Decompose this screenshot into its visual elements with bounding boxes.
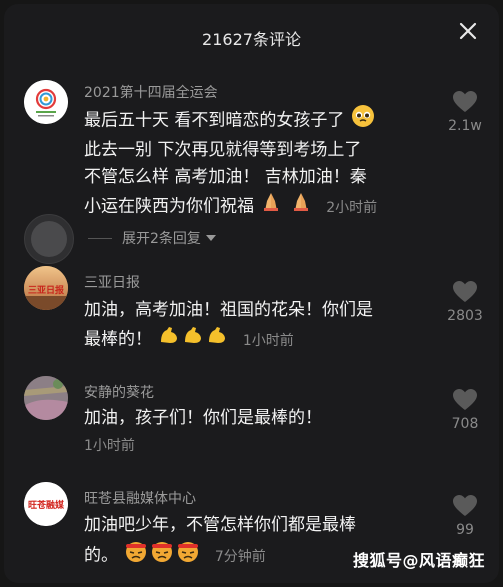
flexed-biceps-emoji-icon xyxy=(158,324,180,355)
angry-face-emoji-icon xyxy=(150,539,174,572)
comment-line: 加油，孩子们！你们是最棒的！ xyxy=(84,408,322,428)
avatar[interactable] xyxy=(24,80,68,124)
expand-replies-button[interactable]: 展开2条回复 xyxy=(88,228,217,248)
comment-author[interactable]: 三亚日报 xyxy=(84,272,140,292)
comments-panel: 21627条评论 2021第十四届全运会 最后五十天 看不到暗恋的女孩子了 此去… xyxy=(4,4,499,583)
comment-line: 的。 xyxy=(84,545,118,566)
angry-face-emoji-icon xyxy=(124,539,148,572)
like-button[interactable]: 708 xyxy=(439,388,491,432)
comment-author[interactable]: 安静的葵花 xyxy=(84,382,154,402)
flexed-biceps-emoji-icon xyxy=(182,324,204,355)
comment-line: 加油吧少年，不管怎样你们都是最棒 xyxy=(84,515,356,535)
comment-text: 最后五十天 看不到暗恋的女孩子了 此去一别 下次再见就得等到考场上了 不管怎么样… xyxy=(84,104,442,222)
avatar-placeholder xyxy=(24,214,74,264)
avatar[interactable]: 三亚日报 xyxy=(24,266,68,310)
heart-icon xyxy=(453,91,477,112)
divider xyxy=(88,237,112,239)
comment-line: 不管怎么样 高考加油！ 吉林加油！秦 xyxy=(84,167,367,187)
like-button[interactable]: 99 xyxy=(439,494,491,538)
heart-icon xyxy=(453,495,477,516)
heart-icon xyxy=(453,389,477,410)
comments-count-title: 21627条评论 xyxy=(202,30,301,49)
like-button[interactable]: 2803 xyxy=(439,280,491,324)
like-count: 2.1w xyxy=(448,118,482,134)
avatar[interactable]: 旺苍融媒 xyxy=(24,482,68,526)
comment-author[interactable]: 旺苍县融媒体中心 xyxy=(84,488,196,508)
watermark: 搜狐号@风语癫狂 xyxy=(352,551,485,570)
comment-time: 1小时前 xyxy=(242,332,294,349)
praying-hands-emoji-icon xyxy=(260,191,282,222)
avatar-logo-text: 三亚日报 xyxy=(28,284,64,296)
expand-replies-label: 展开2条回复 xyxy=(122,231,201,247)
comment-text: 加油，孩子们！你们是最棒的！ 1小时前 xyxy=(84,405,442,460)
comment-line: 此去一别 下次再见就得等到考场上了 xyxy=(84,140,362,160)
comment-line: 最棒的！ xyxy=(84,329,152,350)
comment-time: 7分钟前 xyxy=(214,548,266,565)
like-count: 2803 xyxy=(447,308,483,324)
close-icon[interactable] xyxy=(457,22,479,44)
heart-icon xyxy=(453,281,477,302)
comment-time: 1小时前 xyxy=(84,438,135,454)
like-count: 99 xyxy=(456,522,474,538)
comment-line: 小运在陕西为你们祝福 xyxy=(84,196,254,217)
pleading-face-emoji-icon xyxy=(351,104,375,137)
comments-header: 21627条评论 xyxy=(4,4,499,64)
like-count: 708 xyxy=(451,416,479,432)
comment-author[interactable]: 2021第十四届全运会 xyxy=(84,82,218,102)
caret-down-icon xyxy=(205,235,216,241)
comment-line: 最后五十天 看不到暗恋的女孩子了 xyxy=(84,110,345,131)
flexed-biceps-emoji-icon xyxy=(206,324,228,355)
avatar[interactable] xyxy=(24,376,68,420)
like-button[interactable]: 2.1w xyxy=(439,90,491,134)
comment-time: 2小时前 xyxy=(326,199,378,216)
comment-text: 加油，高考加油！祖国的花朵！你们是 最棒的！ 1小时前 xyxy=(84,297,442,355)
praying-hands-emoji-icon xyxy=(290,191,312,222)
avatar-logo-text: 旺苍融媒 xyxy=(28,499,65,511)
angry-face-emoji-icon xyxy=(176,539,200,572)
comment-line: 加油，高考加油！祖国的花朵！你们是 xyxy=(84,300,373,320)
